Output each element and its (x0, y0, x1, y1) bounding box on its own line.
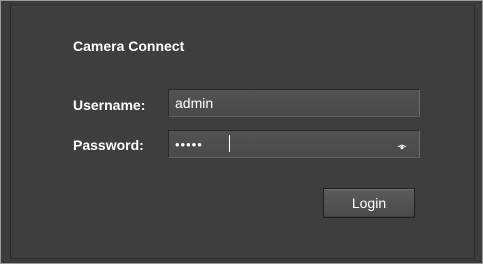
eye-icon[interactable] (397, 139, 407, 150)
username-input[interactable] (168, 89, 420, 117)
login-panel: Camera Connect Username: Password: Login (10, 5, 475, 259)
login-window: Camera Connect Username: Password: Login (0, 0, 483, 264)
password-label: Password: (73, 137, 144, 153)
password-input[interactable] (168, 130, 420, 158)
login-button[interactable]: Login (323, 188, 415, 218)
username-label: Username: (73, 97, 146, 113)
text-caret (229, 135, 230, 152)
window-title: Camera Connect (73, 38, 185, 54)
